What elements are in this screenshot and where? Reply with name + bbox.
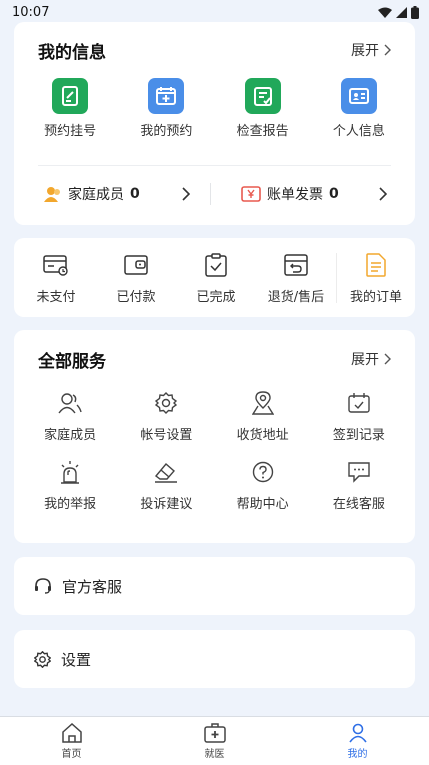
order-completed-button[interactable]: 已完成 bbox=[177, 250, 255, 305]
headset-icon bbox=[35, 578, 51, 594]
tab-home[interactable]: 首页 bbox=[32, 722, 112, 760]
tab-mine[interactable]: 我的 bbox=[318, 723, 398, 760]
expand-label: 展开 bbox=[351, 43, 379, 59]
order-returns-button[interactable]: 退货/售后 bbox=[257, 250, 335, 305]
service-checkin-records-button[interactable]: 签到记录 bbox=[311, 388, 406, 443]
appointment-register-button[interactable]: 预约挂号 bbox=[23, 78, 118, 139]
tile-label: 已完成 bbox=[196, 290, 236, 305]
clipboard-check-icon bbox=[201, 250, 231, 280]
tab-label: 就医 bbox=[204, 748, 225, 760]
bills-label: 账单发票 bbox=[267, 187, 323, 203]
tile-label: 我的举报 bbox=[44, 497, 97, 512]
service-help-center-button[interactable]: 帮助中心 bbox=[215, 457, 310, 512]
official-service-label: 官方客服 bbox=[62, 577, 123, 596]
settings-label: 设置 bbox=[61, 650, 92, 669]
home-icon bbox=[61, 722, 82, 743]
alarm-light-icon bbox=[55, 457, 85, 487]
tile-label: 检查报告 bbox=[236, 124, 289, 139]
family-members-label: 家庭成员 bbox=[68, 187, 124, 203]
order-paid-button[interactable]: 已付款 bbox=[97, 250, 175, 305]
gear-icon bbox=[151, 388, 181, 418]
tile-label: 未支付 bbox=[36, 290, 76, 305]
family-icon bbox=[44, 187, 60, 202]
tile-label: 收货地址 bbox=[236, 428, 289, 443]
service-shipping-address-button[interactable]: 收货地址 bbox=[215, 388, 310, 443]
gear-icon bbox=[34, 650, 51, 668]
battery-icon bbox=[411, 5, 419, 19]
chevron-right-icon bbox=[182, 187, 190, 201]
service-my-reports-button[interactable]: 我的举报 bbox=[23, 457, 118, 512]
return-box-icon bbox=[281, 250, 311, 280]
calendar-plus-icon bbox=[148, 78, 185, 114]
family-icon bbox=[55, 388, 85, 418]
chevron-right-icon bbox=[384, 353, 391, 365]
tile-label: 预约挂号 bbox=[44, 124, 97, 139]
edit-document-icon bbox=[52, 78, 89, 114]
bottom-tab-bar: 首页 就医 我的 bbox=[0, 716, 429, 765]
help-icon bbox=[248, 457, 278, 487]
wifi-icon bbox=[378, 7, 392, 18]
orders-document-icon bbox=[361, 250, 391, 280]
map-pin-icon bbox=[248, 388, 278, 418]
tile-label: 家庭成员 bbox=[44, 428, 97, 443]
my-appointments-button[interactable]: 我的预约 bbox=[119, 78, 214, 139]
id-card-icon bbox=[340, 78, 377, 114]
my-info-card: 我的信息 展开 预约挂号 我的预约 检查报告 个人信息 家庭成员 0 账单发票 … bbox=[14, 22, 415, 225]
tile-label: 我的预约 bbox=[140, 124, 193, 139]
tile-label: 帐号设置 bbox=[140, 428, 193, 443]
family-members-row[interactable]: 家庭成员 0 bbox=[14, 184, 210, 204]
tile-label: 帮助中心 bbox=[236, 497, 289, 512]
tab-label: 我的 bbox=[347, 748, 368, 760]
tile-label: 签到记录 bbox=[332, 428, 385, 443]
services-title: 全部服务 bbox=[38, 351, 106, 372]
invoice-icon bbox=[241, 186, 261, 202]
services-expand-button[interactable]: 展开 bbox=[351, 349, 391, 369]
my-orders-button[interactable]: 我的订单 bbox=[337, 250, 415, 305]
status-bar: 10:07 bbox=[0, 0, 429, 24]
calendar-check-icon bbox=[344, 388, 374, 418]
status-time: 10:07 bbox=[12, 4, 50, 20]
family-members-count: 0 bbox=[130, 186, 140, 202]
all-services-card: 全部服务 展开 家庭成员 帐号设置 收货地址 签到记录 我的举报 投诉建议 帮助… bbox=[14, 330, 415, 543]
official-service-row[interactable]: 官方客服 bbox=[14, 557, 415, 615]
bills-count: 0 bbox=[329, 186, 339, 202]
tab-medical[interactable]: 就医 bbox=[175, 722, 255, 760]
wallet-icon bbox=[121, 250, 151, 280]
chevron-right-icon bbox=[384, 44, 391, 56]
bills-invoices-row[interactable]: 账单发票 0 bbox=[211, 184, 415, 204]
medical-kit-icon bbox=[203, 722, 226, 743]
personal-info-button[interactable]: 个人信息 bbox=[311, 78, 406, 139]
eraser-icon bbox=[151, 457, 181, 487]
tile-label: 个人信息 bbox=[332, 124, 385, 139]
my-info-title: 我的信息 bbox=[38, 42, 106, 63]
chevron-right-icon bbox=[379, 187, 387, 201]
my-info-expand-button[interactable]: 展开 bbox=[351, 40, 391, 60]
service-online-support-button[interactable]: 在线客服 bbox=[311, 457, 406, 512]
order-unpaid-button[interactable]: 未支付 bbox=[17, 250, 95, 305]
unpaid-icon bbox=[41, 250, 71, 280]
service-complaints-button[interactable]: 投诉建议 bbox=[119, 457, 214, 512]
tile-label: 投诉建议 bbox=[140, 497, 193, 512]
tab-label: 首页 bbox=[61, 748, 82, 760]
tile-label: 已付款 bbox=[116, 290, 156, 305]
chat-icon bbox=[344, 457, 374, 487]
service-family-members-button[interactable]: 家庭成员 bbox=[23, 388, 118, 443]
settings-row[interactable]: 设置 bbox=[14, 630, 415, 688]
tile-label: 退货/售后 bbox=[267, 290, 325, 305]
tile-label: 我的订单 bbox=[349, 290, 402, 305]
orders-card: 未支付 已付款 已完成 退货/售后 我的订单 bbox=[14, 238, 415, 317]
user-icon bbox=[348, 723, 367, 742]
tile-label: 在线客服 bbox=[332, 497, 385, 512]
expand-label: 展开 bbox=[351, 352, 379, 368]
report-check-icon bbox=[244, 78, 281, 114]
status-icons bbox=[378, 5, 419, 19]
signal-icon bbox=[396, 6, 407, 18]
exam-report-button[interactable]: 检查报告 bbox=[215, 78, 310, 139]
service-account-settings-button[interactable]: 帐号设置 bbox=[119, 388, 214, 443]
